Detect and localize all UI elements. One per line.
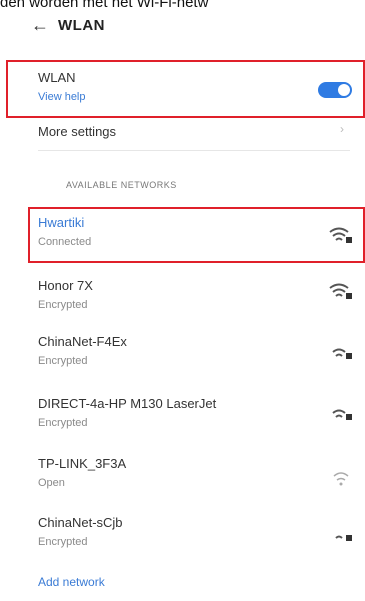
page-title: WLAN <box>58 16 105 34</box>
network-status: Open <box>38 477 65 489</box>
network-status: Encrypted <box>38 417 88 429</box>
wlan-title: WLAN <box>38 70 76 85</box>
wlan-row[interactable]: WLAN View help <box>38 70 358 103</box>
view-help-link[interactable]: View help <box>38 91 358 103</box>
network-name: TP-LINK_3F3A <box>38 456 127 471</box>
network-name: ChinaNet-sCjb <box>38 515 123 530</box>
network-item[interactable]: Hwartiki Connected <box>38 215 358 248</box>
app-header: ← WLAN <box>30 10 105 40</box>
add-network-button[interactable]: Add network <box>38 575 105 589</box>
more-settings-label: More settings <box>38 124 117 139</box>
network-item[interactable]: ChinaNet-sCjb Encrypted <box>38 515 358 548</box>
network-status: Connected <box>38 236 92 248</box>
more-settings-row[interactable]: More settings <box>38 124 358 139</box>
network-item[interactable]: Honor 7X Encrypted <box>38 278 358 311</box>
network-item[interactable]: ChinaNet-F4Ex Encrypted <box>38 334 358 367</box>
chevron-right-icon: › <box>340 122 344 136</box>
wifi-icon <box>333 472 349 486</box>
wlan-toggle[interactable] <box>318 82 352 98</box>
network-name: Honor 7X <box>38 278 93 293</box>
wifi-locked-icon <box>332 409 352 420</box>
network-item[interactable]: DIRECT-4a-HP M130 LaserJet Encrypted <box>38 396 358 429</box>
network-item[interactable]: TP-LINK_3F3A Open <box>38 456 358 489</box>
back-icon[interactable]: ← <box>30 15 50 36</box>
network-status: Encrypted <box>38 299 88 311</box>
section-title: AVAILABLE NETWORKS <box>66 180 177 190</box>
network-status: Encrypted <box>38 536 88 548</box>
wifi-locked-icon <box>335 535 352 541</box>
network-name: Hwartiki <box>38 215 85 230</box>
wifi-locked-icon <box>329 283 352 299</box>
network-name: ChinaNet-F4Ex <box>38 334 127 349</box>
wifi-locked-icon <box>332 348 352 359</box>
wifi-locked-icon <box>329 227 352 243</box>
network-status: Encrypted <box>38 355 88 367</box>
divider <box>38 150 350 151</box>
network-name: DIRECT-4a-HP M130 LaserJet <box>38 396 217 411</box>
